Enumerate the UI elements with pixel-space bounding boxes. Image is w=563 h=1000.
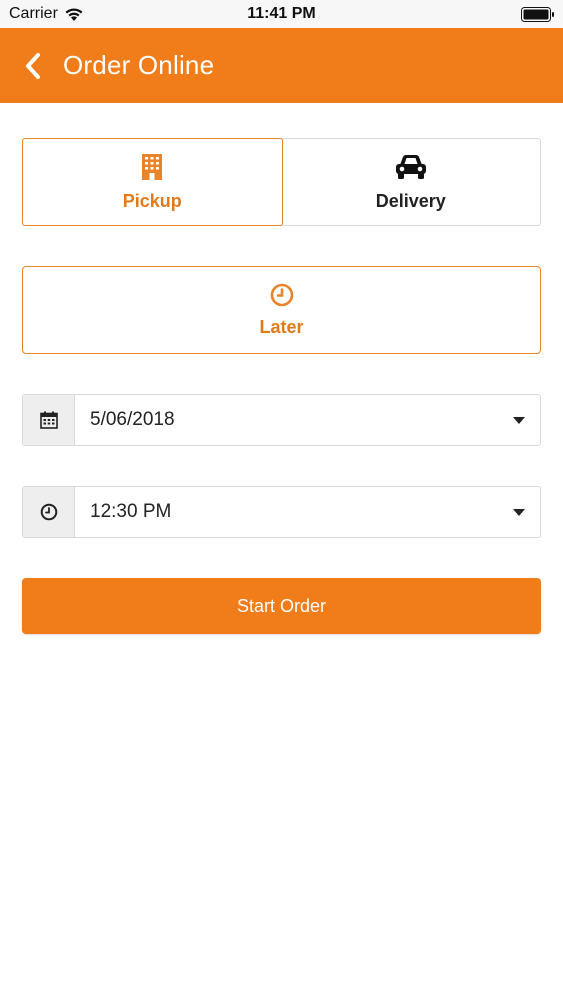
- status-bar: Carrier 11:41 PM: [0, 0, 563, 28]
- time-value: 12:30 PM: [90, 501, 172, 522]
- date-picker: 5/06/2018: [22, 394, 541, 446]
- pickup-option[interactable]: Pickup: [22, 138, 283, 226]
- date-value: 5/06/2018: [90, 409, 175, 430]
- chevron-down-icon: [513, 509, 525, 516]
- time-select[interactable]: 12:30 PM: [75, 487, 540, 537]
- battery-icon: [521, 7, 554, 22]
- building-icon: [142, 153, 163, 181]
- page-title: Order Online: [63, 50, 215, 80]
- order-type-selector: Pickup Delivery: [22, 138, 541, 226]
- nav-bar: Order Online: [0, 28, 563, 103]
- delivery-option[interactable]: Delivery: [282, 139, 541, 225]
- later-option[interactable]: Later: [22, 266, 541, 354]
- pickup-label: Pickup: [122, 190, 182, 211]
- clock-icon: [270, 283, 293, 306]
- calendar-icon: [39, 411, 58, 429]
- start-order-label: Start Order: [236, 595, 327, 616]
- time-picker: 12:30 PM: [22, 486, 541, 538]
- delivery-label: Delivery: [375, 190, 446, 211]
- car-icon: [394, 153, 428, 181]
- start-order-button[interactable]: Start Order: [22, 578, 541, 634]
- back-chevron-icon[interactable]: [22, 52, 44, 80]
- chevron-down-icon: [513, 417, 525, 424]
- later-label: Later: [259, 316, 304, 337]
- date-addon: [23, 395, 75, 445]
- date-select[interactable]: 5/06/2018: [75, 395, 540, 445]
- status-time: 11:41 PM: [247, 5, 316, 22]
- time-addon: [23, 487, 75, 537]
- clock-icon: [40, 503, 57, 521]
